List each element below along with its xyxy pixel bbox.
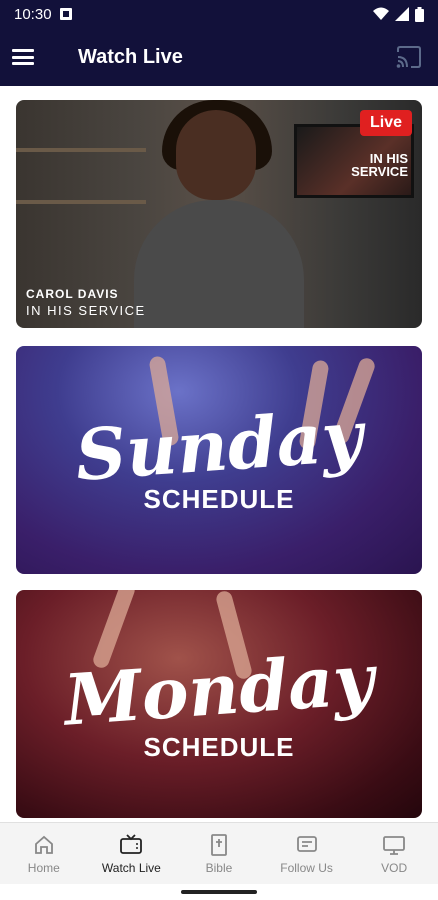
nav-home-label: Home — [27, 860, 60, 875]
bible-icon — [211, 833, 227, 856]
nav-vod-label: VOD — [381, 860, 408, 875]
message-icon — [296, 835, 317, 852]
content-list: IN HIS SERVICE Live CAROL DAVIS IN HIS S… — [0, 86, 438, 822]
cast-icon[interactable] — [396, 46, 422, 68]
wifi-icon — [373, 7, 389, 20]
monday-subtitle: SCHEDULE — [143, 732, 295, 762]
monitor-icon — [383, 835, 406, 855]
status-icons — [373, 6, 424, 22]
shelf — [16, 148, 146, 152]
speaker-caption: CAROL DAVIS IN HIS SERVICE — [26, 287, 146, 318]
nav-watch-live[interactable]: Watch Live — [88, 823, 176, 884]
tv-text-line2: SERVICE — [351, 164, 408, 179]
home-icon — [34, 835, 53, 854]
signal-icon — [395, 7, 409, 21]
speaker-figure — [134, 200, 304, 328]
bottom-navigation: Home Watch Live Bible Follow Us VOD — [0, 822, 438, 884]
speaker-face — [176, 110, 256, 200]
app-bar: Watch Live — [0, 28, 438, 86]
live-stream-card[interactable]: IN HIS SERVICE Live CAROL DAVIS IN HIS S… — [16, 100, 422, 328]
nav-follow-us-label: Follow Us — [280, 860, 333, 875]
monday-script-title: Monday — [61, 637, 377, 742]
page-title: Watch Live — [78, 45, 183, 68]
nav-bible[interactable]: Bible — [175, 823, 263, 884]
speaker-name: CAROL DAVIS — [26, 287, 119, 301]
menu-icon[interactable] — [12, 49, 34, 65]
status-time: 10:30 — [14, 5, 52, 23]
sunday-schedule-card[interactable]: Sunday SCHEDULE — [16, 346, 422, 574]
nav-bible-label: Bible — [205, 860, 233, 875]
series-name: IN HIS SERVICE — [26, 303, 146, 318]
nav-follow-us[interactable]: Follow Us — [263, 823, 351, 884]
battery-icon — [415, 6, 424, 22]
system-navigation-bar — [0, 884, 438, 900]
shelf — [16, 200, 146, 204]
home-gesture-pill[interactable] — [181, 890, 257, 894]
status-bar: 10:30 — [0, 0, 438, 28]
nav-watch-live-label: Watch Live — [101, 860, 161, 875]
notification-icon — [59, 8, 72, 20]
nav-vod[interactable]: VOD — [350, 823, 438, 884]
sunday-subtitle: SCHEDULE — [143, 484, 295, 514]
monday-schedule-card[interactable]: Monday SCHEDULE — [16, 590, 422, 818]
tv-icon — [120, 833, 143, 854]
live-badge: Live — [359, 110, 412, 136]
nav-home[interactable]: Home — [0, 823, 88, 884]
tv-screen-text: IN HIS SERVICE — [351, 152, 408, 178]
